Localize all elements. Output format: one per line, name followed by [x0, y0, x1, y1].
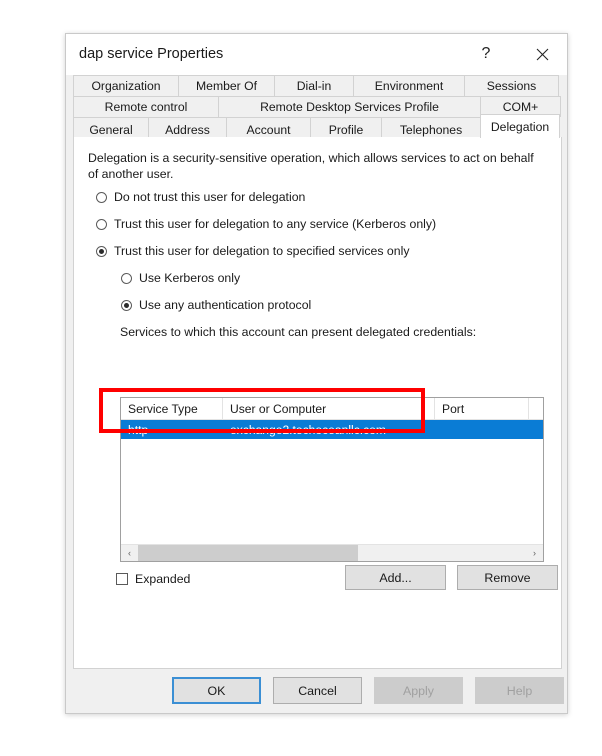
radio-label: Trust this user for delegation to specif… — [114, 244, 410, 258]
tab-strip: Organization Member Of Dial-in Environme… — [73, 75, 561, 141]
help-button: Help — [475, 677, 564, 704]
cell-port — [435, 420, 529, 439]
column-header-user-or-computer[interactable]: User or Computer — [223, 398, 435, 419]
services-list-view[interactable]: Service Type User or Computer Port http … — [120, 397, 544, 562]
remove-button[interactable]: Remove — [457, 565, 558, 590]
table-header-row: Service Type User or Computer Port — [121, 398, 543, 420]
radio-indicator — [96, 191, 107, 203]
radio-label: Do not trust this user for delegation — [114, 190, 306, 204]
screen: dap service Properties ? Organization Me… — [0, 0, 602, 756]
radio-do-not-trust[interactable]: Do not trust this user for delegation — [96, 190, 305, 204]
scrollbar-track[interactable] — [138, 544, 526, 561]
add-button[interactable]: Add... — [345, 565, 446, 590]
radio-indicator — [121, 299, 132, 311]
column-header-spacer — [529, 398, 543, 419]
delegation-description: Delegation is a security-sensitive opera… — [88, 151, 534, 181]
cell-user-or-computer: exchange2.techoceanllc.com — [230, 422, 386, 437]
radio-indicator — [121, 272, 132, 284]
scroll-right-arrow-icon[interactable]: › — [526, 544, 543, 561]
radio-indicator — [96, 218, 107, 230]
radio-trust-specified-services[interactable]: Trust this user for delegation to specif… — [96, 244, 410, 258]
horizontal-scrollbar[interactable]: ‹ › — [121, 544, 543, 561]
cancel-button[interactable]: Cancel — [273, 677, 362, 704]
column-header-port[interactable]: Port — [435, 398, 529, 419]
radio-label: Trust this user for delegation to any se… — [114, 217, 437, 231]
ok-button[interactable]: OK — [172, 677, 261, 704]
tab-remote-control[interactable]: Remote control — [73, 96, 219, 117]
table-row[interactable]: http exchange2.techoceanllc.com — [121, 420, 543, 439]
column-header-service-type[interactable]: Service Type — [121, 398, 223, 419]
tab-environment[interactable]: Environment — [353, 75, 465, 96]
apply-button: Apply — [374, 677, 463, 704]
expanded-label: Expanded — [135, 572, 191, 586]
radio-label: Use Kerberos only — [139, 271, 241, 285]
services-list-label: Services to which this account can prese… — [120, 325, 477, 339]
scroll-left-arrow-icon[interactable]: ‹ — [121, 544, 138, 561]
dialog-title: dap service Properties — [79, 46, 224, 62]
tab-rds-profile[interactable]: Remote Desktop Services Profile — [218, 96, 481, 117]
radio-use-any-auth-protocol[interactable]: Use any authentication protocol — [121, 298, 311, 312]
cell-service-type: http — [128, 422, 149, 437]
expanded-checkbox[interactable]: Expanded — [116, 572, 190, 586]
scrollbar-thumb[interactable] — [138, 544, 358, 561]
close-icon[interactable] — [521, 34, 563, 74]
help-icon[interactable]: ? — [465, 34, 507, 74]
tab-organization[interactable]: Organization — [73, 75, 179, 96]
dialog-footer: OK Cancel Apply Help — [66, 668, 567, 713]
title-bar: dap service Properties ? — [66, 34, 567, 75]
radio-trust-any-service[interactable]: Trust this user for delegation to any se… — [96, 217, 436, 231]
tab-dial-in[interactable]: Dial-in — [274, 75, 354, 96]
radio-indicator — [96, 245, 107, 257]
properties-dialog: dap service Properties ? Organization Me… — [65, 33, 568, 714]
tab-sessions[interactable]: Sessions — [464, 75, 559, 96]
delegation-panel: Delegation is a security-sensitive opera… — [73, 137, 562, 669]
radio-label: Use any authentication protocol — [139, 298, 312, 312]
radio-use-kerberos-only[interactable]: Use Kerberos only — [121, 271, 240, 285]
checkbox-indicator — [116, 573, 128, 585]
tab-row-1: Organization Member Of Dial-in Environme… — [73, 75, 560, 96]
tab-delegation[interactable]: Delegation — [480, 114, 560, 138]
tab-member-of[interactable]: Member Of — [178, 75, 275, 96]
